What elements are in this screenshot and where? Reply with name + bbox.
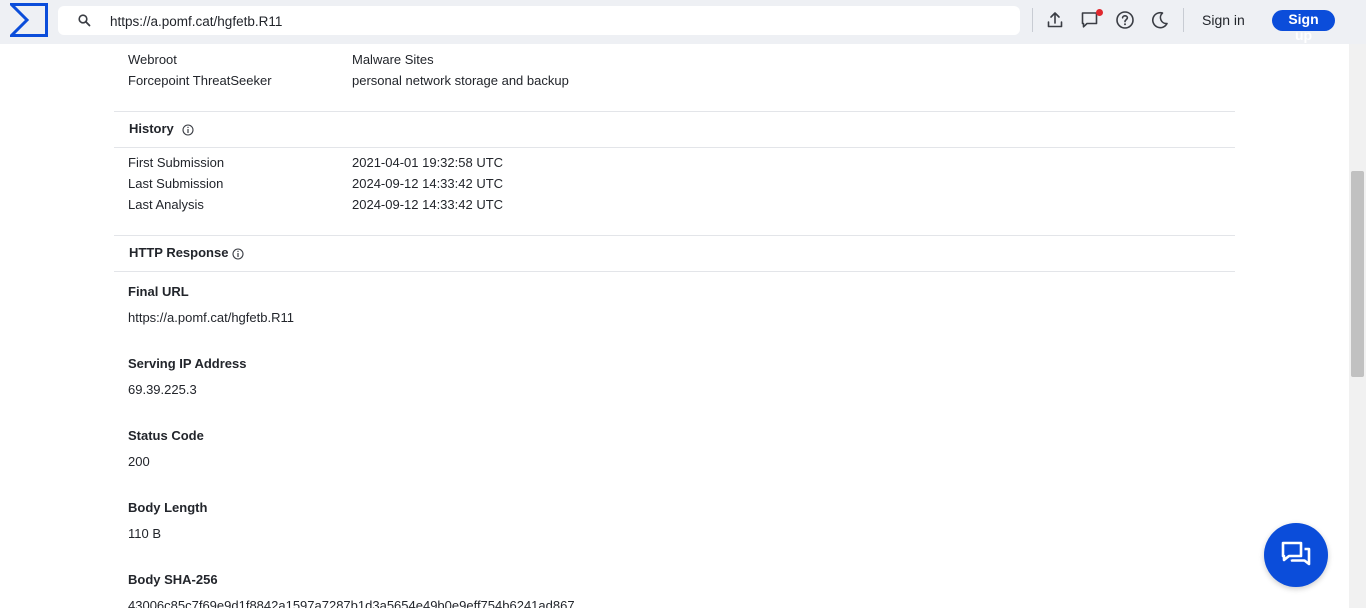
http-response-section-title: HTTP Response [129,245,229,260]
search-bar [58,6,1020,35]
section-divider [114,235,1235,236]
top-bar: Sign in Sign up [0,0,1366,44]
body-length-value: 110 B [128,526,162,541]
sign-in-button[interactable]: Sign in [1202,12,1245,28]
dark-mode-icon[interactable] [1150,10,1170,30]
status-code-value: 200 [128,454,150,469]
info-icon[interactable] [232,248,244,260]
section-divider [114,147,1235,148]
virustotal-logo-icon[interactable] [10,3,48,37]
history-value: 2024-09-12 14:33:42 UTC [352,197,504,212]
body-length-label: Body Length [128,500,208,515]
chat-icon [1281,541,1311,566]
body-sha256-value: 43006c85c7f69e9d1f8842a1597a7287b1d3a565… [128,598,575,608]
category-value: Malware Sites [352,52,434,67]
header-divider [1183,8,1184,32]
upload-icon[interactable] [1045,10,1065,30]
section-divider [114,111,1235,112]
history-value: 2021-04-01 19:32:58 UTC [352,155,504,170]
final-url-label: Final URL [128,284,189,299]
search-icon [78,14,91,27]
category-vendor: Forcepoint ThreatSeeker [128,73,272,88]
help-icon[interactable] [1115,10,1135,30]
history-section-title: History [129,121,174,136]
serving-ip-value: 69.39.225.3 [128,382,197,397]
history-label: Last Analysis [128,197,204,212]
page-scrollbar-thumb[interactable] [1351,171,1364,377]
search-input[interactable] [108,10,992,33]
category-vendor: Webroot [128,52,177,67]
category-value: personal network storage and backup [352,73,569,88]
history-value: 2024-09-12 14:33:42 UTC [352,176,504,191]
header-divider [1032,8,1033,32]
sign-up-button[interactable]: Sign up [1272,10,1335,43]
section-divider [114,271,1235,272]
final-url-value: https://a.pomf.cat/hgfetb.R11 [128,310,294,325]
chat-button[interactable] [1264,523,1328,587]
body-sha256-label: Body SHA-256 [128,572,218,587]
history-label: Last Submission [128,176,224,191]
history-label: First Submission [128,155,225,170]
status-code-label: Status Code [128,428,204,443]
notification-badge [1096,9,1103,16]
serving-ip-label: Serving IP Address [128,356,247,371]
url-details-panel: ​ Webroot Malware Sites Forcepoint Threa… [114,44,1235,608]
info-icon[interactable] [182,124,194,136]
